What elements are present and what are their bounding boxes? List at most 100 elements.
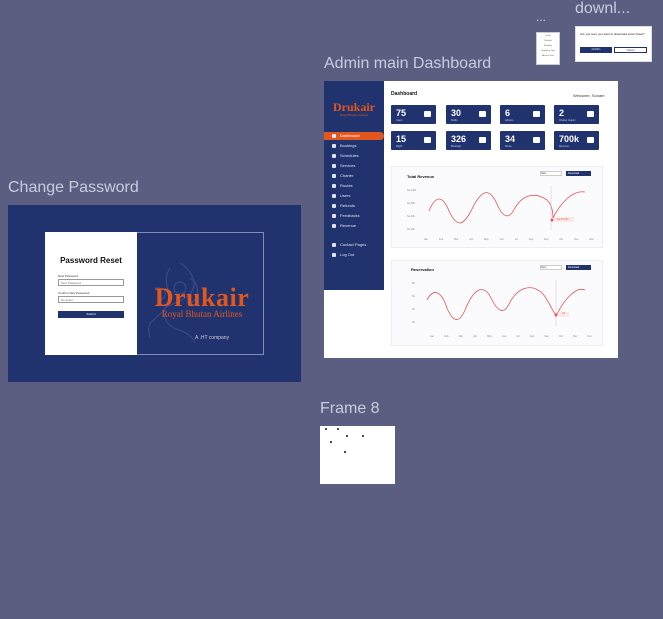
sidebar-item-routes[interactable]: Routes — [332, 182, 384, 190]
sidebar-item-label: Users — [340, 193, 351, 198]
revenue-line-chart — [428, 186, 586, 230]
new-password-label: New Password — [58, 274, 79, 278]
sidebar-item-label: Log Out — [340, 252, 355, 257]
x-tick: Nov — [572, 335, 578, 338]
x-tick: Jun — [499, 238, 504, 241]
route-icon — [332, 184, 336, 188]
sidebar-item-label: Services — [340, 163, 356, 168]
user-icon — [479, 111, 486, 117]
logout-icon — [332, 253, 336, 257]
services-icon — [332, 164, 336, 168]
stat-value: 34 — [505, 134, 516, 144]
x-tick: Jul — [514, 238, 518, 241]
info-icon — [332, 243, 336, 247]
dot-mark — [346, 435, 348, 437]
dot-mark — [325, 428, 327, 430]
sidebar-item-schedules[interactable]: Schedules — [332, 152, 384, 160]
dot-mark — [330, 441, 332, 443]
sidebar-item-bookings[interactable]: Bookings — [332, 142, 384, 150]
stat-card-admins[interactable]: 6 Admins — [500, 105, 545, 124]
submit-button[interactable]: Submit — [58, 311, 124, 318]
stat-card-route[interactable]: 34 Route — [500, 131, 545, 150]
period-menu: Daily Weekly Monthly Quarterly Year Annu… — [536, 32, 560, 65]
company-tagline: A .HT company — [195, 335, 230, 341]
revenue-marker-label: Nu.84,000 — [557, 218, 569, 221]
sidebar-item-label: Schedules — [340, 153, 359, 158]
route-icon — [533, 137, 540, 143]
x-tick: Aug — [529, 335, 535, 338]
x-tick: May — [484, 238, 489, 241]
stat-caption: Staffs — [451, 119, 458, 122]
stat-value: 2 — [559, 108, 565, 118]
dot-mark — [362, 435, 364, 437]
stat-value: 30 — [451, 108, 462, 118]
stat-card-users[interactable]: 75 Users — [391, 105, 436, 124]
stat-value: 6 — [505, 108, 511, 118]
x-tick: May — [487, 335, 492, 338]
sidebar-item-label: Revenue — [340, 223, 357, 228]
confirm-password-label: Confirm New Password — [58, 291, 90, 295]
admin-icon — [533, 111, 540, 117]
stat-caption: Revenue — [559, 145, 570, 148]
x-tick: Mar — [458, 335, 463, 338]
menu-item[interactable]: Quarterly Year — [537, 50, 559, 52]
cancel-button[interactable]: Cancel — [614, 47, 647, 53]
confirm-password-input[interactable] — [58, 296, 124, 303]
menu-item[interactable]: Annual Year — [537, 55, 559, 57]
stat-caption: Flight — [396, 145, 403, 148]
x-tick: Apr — [469, 238, 474, 241]
frame-label-frame8: Frame 8 — [320, 400, 380, 417]
menu-item[interactable]: Weekly — [537, 40, 559, 42]
sidebar-item-label: Contact Pages — [340, 242, 367, 247]
confirm-button[interactable]: Confirm — [580, 47, 612, 53]
revenue-x-axis: Jan Feb Mar Apr May Jun Jul Aug Sep Oct … — [424, 238, 594, 241]
stat-caption: Bookings — [451, 145, 462, 148]
feedback-icon — [332, 214, 336, 218]
sidebar-item-users[interactable]: Users — [332, 192, 384, 200]
drukair-logo-subtitle: Royal Bhutan Airlines — [161, 309, 243, 319]
stat-card-flight[interactable]: 15 Flight — [391, 131, 436, 150]
dashboard-icon — [332, 134, 336, 138]
x-tick: Sep — [544, 335, 549, 338]
stat-card-revenue[interactable]: 700k Revenue — [554, 131, 599, 150]
x-tick: Jul — [516, 335, 520, 338]
x-tick: Feb — [438, 238, 444, 241]
stat-caption: Route — [505, 145, 512, 148]
x-tick: Jan — [430, 335, 435, 338]
page-title: Dashboard — [391, 91, 418, 97]
sidebar-item-feedbacks[interactable]: Feedbacks — [332, 212, 384, 220]
sidebar-item-dashboard[interactable]: Dashboard — [324, 132, 384, 140]
frame-label-change-password: Change Password — [8, 179, 139, 196]
sidebar-item-logout[interactable]: Log Out — [332, 251, 384, 259]
x-tick: Dec — [587, 335, 592, 338]
sidebar-item-charter[interactable]: Charter — [332, 172, 384, 180]
stat-card-charter-inquiry[interactable]: 2 Charter Inquiry — [554, 105, 599, 124]
sidebar-item-services[interactable]: Services — [332, 162, 384, 170]
stat-value: 326 — [451, 134, 467, 144]
stat-card-bookings[interactable]: 326 Bookings — [446, 131, 491, 150]
users-icon — [332, 194, 336, 198]
sidebar-item-label: Feedbacks — [340, 213, 360, 218]
menu-item[interactable]: Daily — [537, 35, 559, 37]
x-tick: Oct — [558, 335, 563, 338]
x-tick: Feb — [444, 335, 449, 338]
sidebar-item-contact-pages[interactable]: Contact Pages — [332, 241, 384, 249]
revenue-icon — [332, 224, 336, 228]
stat-value: 15 — [396, 134, 407, 144]
stat-value: 700k — [559, 134, 580, 144]
plane-icon — [332, 174, 336, 178]
menu-item[interactable]: Monthly — [537, 45, 559, 47]
flight-icon — [424, 137, 431, 143]
dot-mark — [337, 428, 339, 430]
x-tick: Dec — [589, 238, 594, 241]
stat-card-staffs[interactable]: 30 Staffs — [446, 105, 491, 124]
new-password-input[interactable] — [58, 279, 124, 286]
sidebar-item-revenue[interactable]: Revenue — [332, 222, 384, 230]
users-icon — [424, 111, 431, 117]
sidebar-item-refunds[interactable]: Refunds — [332, 202, 384, 210]
x-tick: Apr — [473, 335, 478, 338]
sidebar-item-label: Bookings — [340, 143, 357, 148]
inquiry-icon — [587, 111, 594, 117]
x-tick: Jun — [502, 335, 507, 338]
x-tick: Aug — [528, 238, 534, 241]
